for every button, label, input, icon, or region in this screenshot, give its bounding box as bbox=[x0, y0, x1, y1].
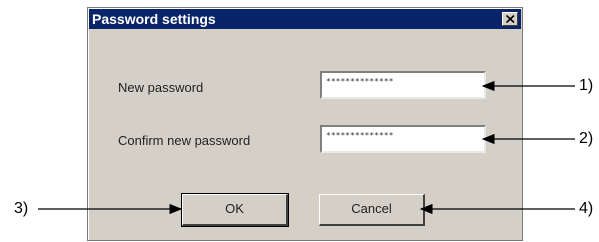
callout-4: 4) bbox=[579, 200, 594, 217]
callout-arrows bbox=[38, 80, 575, 215]
callout-2: 2) bbox=[579, 130, 594, 147]
callout-1: 1) bbox=[579, 77, 594, 94]
callout-3: 3) bbox=[14, 200, 29, 217]
